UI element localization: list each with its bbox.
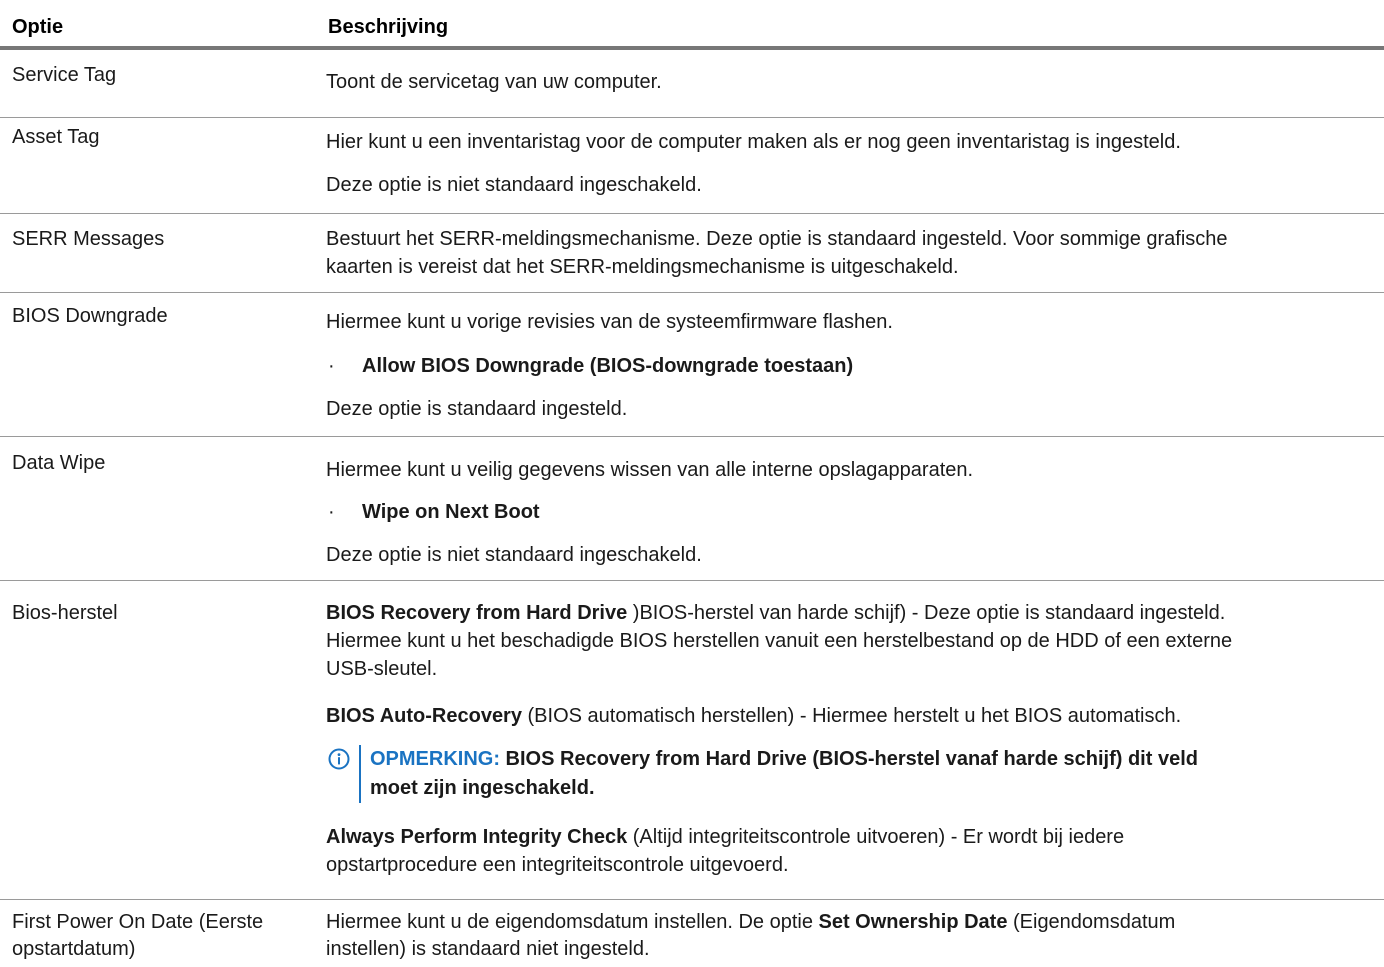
option-description: Hiermee kunt u vorige revisies van de sy… (326, 311, 893, 333)
bullet-dot: · (328, 501, 335, 523)
note-text: OPMERKING: BIOS Recovery from Hard Drive… (370, 745, 1370, 803)
option-label-line1: First Power On Date (Eerste (12, 911, 264, 933)
note-line1: OPMERKING: BIOS Recovery from Hard Drive… (370, 745, 1370, 774)
header-option: Optie (12, 16, 64, 38)
table-row-first-power-on-date: First Power On Date (Eerste opstartdatum… (0, 899, 1384, 967)
recovery-hdd-title: BIOS Recovery from Hard Drive (326, 602, 628, 624)
bullet-text: Allow BIOS Downgrade (BIOS-downgrade toe… (362, 355, 854, 377)
table-row-asset-tag: Asset Tag Hier kunt u een inventaristag … (0, 117, 1384, 214)
integrity-check-line2: opstartprocedure een integriteitscontrol… (326, 854, 789, 876)
note-line1-text: BIOS Recovery from Hard Drive (BIOS-hers… (500, 748, 1198, 770)
ownership-text-post: (Eigendomsdatum (1007, 911, 1176, 933)
ownership-text-pre: Hiermee kunt u de eigendomsdatum instell… (326, 911, 819, 933)
option-label-line2: opstartdatum) (12, 938, 136, 960)
integrity-check-text: (Altijd integriteitscontrole uitvoeren) … (627, 826, 1125, 848)
option-default-note: Deze optie is niet standaard ingeschakel… (326, 174, 702, 196)
bullet-dot: · (328, 355, 335, 377)
table-row-data-wipe: Data Wipe Hiermee kunt u veilig gegevens… (0, 436, 1384, 581)
auto-recovery-line: BIOS Auto-Recovery (BIOS automatisch her… (326, 703, 1371, 729)
note-label: OPMERKING: (370, 748, 500, 770)
table-row-service-tag: Service Tag Toont de servicetag van uw c… (0, 50, 1384, 118)
option-default-note: Deze optie is standaard ingesteld. (326, 398, 628, 420)
info-circle-icon (328, 748, 350, 770)
option-label: SERR Messages (12, 228, 165, 250)
option-description: Toont de servicetag van uw computer. (326, 71, 662, 93)
ownership-setting-name: Set Ownership Date (818, 911, 1008, 933)
integrity-check-line1: Always Perform Integrity Check (Altijd i… (326, 824, 1371, 850)
table-row-bios-downgrade: BIOS Downgrade Hiermee kunt u vorige rev… (0, 292, 1384, 437)
option-label: Data Wipe (12, 452, 106, 474)
option-label: Bios-herstel (12, 602, 118, 624)
option-label: BIOS Downgrade (12, 305, 168, 327)
note-divider (359, 745, 361, 803)
option-label: Service Tag (12, 64, 117, 86)
option-description: Hiermee kunt u veilig gegevens wissen va… (326, 459, 974, 481)
integrity-check-title: Always Perform Integrity Check (326, 826, 628, 848)
option-label: Asset Tag (12, 126, 100, 148)
auto-recovery-text: (BIOS automatisch herstellen) - Hiermee … (521, 705, 1182, 727)
recovery-hdd-line3: USB-sleutel. (326, 658, 438, 680)
auto-recovery-title: BIOS Auto-Recovery (326, 705, 522, 727)
table-header: Optie Beschrijving (0, 0, 1384, 50)
table-row-serr-messages: SERR Messages Bestuurt het SERR-meldings… (0, 213, 1384, 293)
table-row-bios-herstel: Bios-herstel BIOS Recovery from Hard Dri… (0, 580, 1384, 900)
header-description: Beschrijving (328, 16, 449, 38)
ownership-line2: instellen) is standaard niet ingesteld. (326, 938, 650, 960)
option-description-line1: Bestuurt het SERR-meldingsmechanisme. De… (326, 228, 1228, 250)
option-description-line2: kaarten is vereist dat het SERR-meldings… (326, 256, 959, 278)
recovery-hdd-text: )BIOS-herstel van harde schijf) - Deze o… (627, 602, 1226, 624)
note-line2: moet zijn ingeschakeld. (370, 777, 595, 799)
option-default-note: Deze optie is niet standaard ingeschakel… (326, 544, 702, 566)
ownership-line1: Hiermee kunt u de eigendomsdatum instell… (326, 909, 1371, 935)
option-description: Hier kunt u een inventaristag voor de co… (326, 131, 1181, 153)
bullet-text: Wipe on Next Boot (362, 501, 540, 523)
recovery-hdd-line2: Hiermee kunt u het beschadigde BIOS hers… (326, 630, 1233, 652)
recovery-hdd-line1: BIOS Recovery from Hard Drive )BIOS-hers… (326, 600, 1371, 626)
